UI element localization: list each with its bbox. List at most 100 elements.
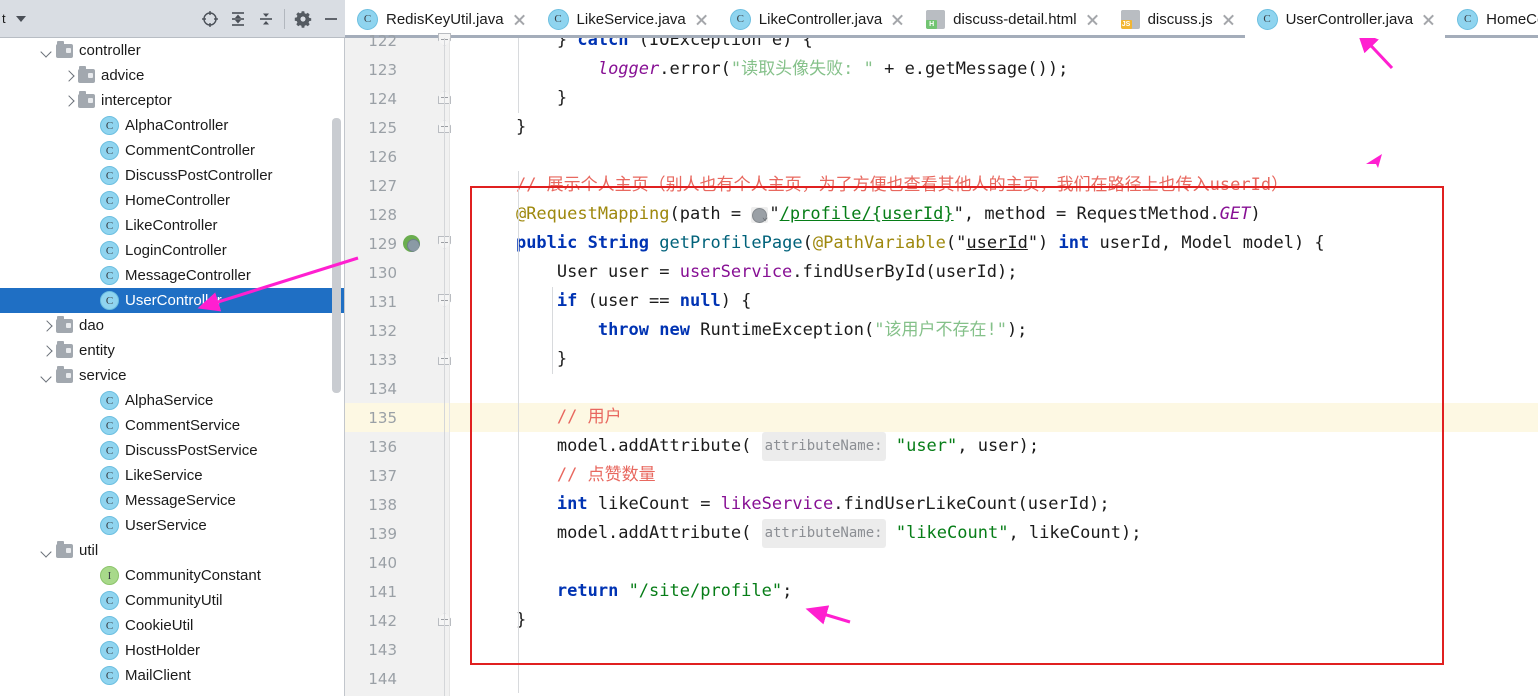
close-icon[interactable] [695, 13, 708, 26]
locate-icon[interactable] [196, 5, 224, 33]
chevron-right-icon[interactable] [62, 69, 75, 82]
code-line[interactable]: logger .error("读取头像失败: " + e.getMessage()… [450, 55, 1538, 84]
gutter-line[interactable]: 142 [345, 606, 450, 635]
project-tree[interactable]: controller advice interceptor C AlphaControl… [0, 38, 345, 696]
gutter-line[interactable]: 133 [345, 345, 450, 374]
code-line[interactable]: } catch (IOException e) { [450, 38, 1538, 55]
code-line[interactable]: // 展示个人主页（别人也有个人主页，为了方便也查看其他人的主页，我们在路径上也… [450, 171, 1538, 200]
close-icon[interactable] [1222, 13, 1235, 26]
web-reference-inlay-icon[interactable]: ⌄ [751, 206, 769, 223]
code-line[interactable]: if (user == null) { [450, 287, 1538, 316]
gutter-line[interactable]: 144 [345, 664, 450, 693]
tree-item-usercontroller[interactable]: C UserController [0, 288, 345, 313]
tree-item-service[interactable]: service [0, 363, 345, 388]
code-line[interactable]: model.addAttribute( attributeName: "like… [450, 519, 1538, 548]
tree-item-communityconstant[interactable]: I CommunityConstant [0, 563, 345, 588]
spring-request-mapping-icon[interactable] [403, 235, 420, 252]
code-line[interactable]: } [450, 606, 1538, 635]
gutter-line[interactable]: 135 [345, 403, 450, 432]
code-line[interactable]: } [450, 84, 1538, 113]
editor-gutter[interactable]: 122 123 124 125 126 127 128 129 130 131 132 133 134 1… [345, 32, 451, 696]
code-line[interactable]: } [450, 113, 1538, 142]
gutter-line[interactable]: 132 [345, 316, 450, 345]
gutter-line[interactable]: 136 [345, 432, 450, 461]
code-line[interactable]: int likeCount = likeService .findUserLike… [450, 490, 1538, 519]
tree-item-advice[interactable]: advice [0, 63, 345, 88]
gutter-line[interactable]: 129 [345, 229, 450, 258]
code-line[interactable] [450, 664, 1538, 693]
gutter-line[interactable]: 130 [345, 258, 450, 287]
expand-all-icon[interactable] [224, 5, 252, 33]
tree-item-homecontroller[interactable]: C HomeController [0, 188, 345, 213]
code-line[interactable]: @RequestMapping (path = ⌄ "/profile/{userI… [450, 200, 1538, 229]
code-line[interactable]: User user = userService .findUserById(use… [450, 258, 1538, 287]
editor-tab-discuss-js[interactable]: JS discuss.js [1109, 0, 1245, 38]
tree-item-alphacontroller[interactable]: C AlphaController [0, 113, 345, 138]
gutter-line[interactable]: 131 [345, 287, 450, 316]
gutter-line[interactable]: 123 [345, 55, 450, 84]
code-line[interactable]: public String getProfilePage(@PathVariab… [450, 229, 1538, 258]
collapse-all-icon[interactable] [252, 5, 280, 33]
chevron-right-icon[interactable] [62, 94, 75, 107]
editor-tab-discuss-detail-html[interactable]: Hdiscuss-detail.html [914, 0, 1108, 38]
gutter-line[interactable]: 134 [345, 374, 450, 403]
tree-item-logincontroller[interactable]: C LoginController [0, 238, 345, 263]
tree-item-hostholder[interactable]: C HostHolder [0, 638, 345, 663]
code-line[interactable] [450, 374, 1538, 403]
gutter-line[interactable]: 138 [345, 490, 450, 519]
tree-item-alphaservice[interactable]: C AlphaService [0, 388, 345, 413]
gutter-line[interactable]: 140 [345, 548, 450, 577]
code-line[interactable]: } [450, 345, 1538, 374]
code-line[interactable] [450, 635, 1538, 664]
gutter-line[interactable]: 125 [345, 113, 450, 142]
gutter-line[interactable]: 126 [345, 142, 450, 171]
tree-item-communityutil[interactable]: C CommunityUtil [0, 588, 345, 613]
code-line[interactable]: return "/site/profile"; [450, 577, 1538, 606]
chevron-right-icon[interactable] [40, 319, 53, 332]
tree-item-dao[interactable]: dao [0, 313, 345, 338]
chevron-right-icon[interactable] [40, 344, 53, 357]
tree-item-util[interactable]: util [0, 538, 345, 563]
tree-item-likecontroller[interactable]: C LikeController [0, 213, 345, 238]
editor-tab-homeco[interactable]: C HomeCo [1445, 0, 1538, 38]
chevron-down-icon[interactable] [15, 15, 26, 22]
gutter-line[interactable]: 137 [345, 461, 450, 490]
tree-item-entity[interactable]: entity [0, 338, 345, 363]
chevron-down-icon[interactable] [40, 369, 53, 382]
tree-item-userservice[interactable]: C UserService [0, 513, 345, 538]
tree-item-messageservice[interactable]: C MessageService [0, 488, 345, 513]
editor-tab-usercontroller-java[interactable]: C UserController.java [1244, 0, 1446, 38]
gutter-line[interactable]: 141 [345, 577, 450, 606]
tree-item-mailclient[interactable]: C MailClient [0, 663, 345, 688]
minimize-icon[interactable] [317, 5, 345, 33]
gutter-line[interactable]: 127 [345, 171, 450, 200]
gutter-line[interactable]: 143 [345, 635, 450, 664]
editor-tab-likecontroller-java[interactable]: C LikeController.java [718, 0, 914, 38]
gutter-line[interactable]: 124 [345, 84, 450, 113]
project-tree-scrollbar[interactable] [332, 118, 341, 393]
code-line[interactable]: throw new RuntimeException("该用户不存在!"); [450, 316, 1538, 345]
gutter-line[interactable]: 139 [345, 519, 450, 548]
code-editor[interactable]: 122 123 124 125 126 127 128 129 130 131 132 133 134 1… [345, 32, 1538, 696]
chevron-down-icon[interactable] [40, 544, 53, 557]
close-icon[interactable] [513, 13, 526, 26]
close-icon[interactable] [1422, 13, 1435, 26]
close-icon[interactable] [891, 13, 904, 26]
close-icon[interactable] [1086, 13, 1099, 26]
tree-item-messagecontroller[interactable]: C MessageController [0, 263, 345, 288]
tree-item-interceptor[interactable]: interceptor [0, 88, 345, 113]
tree-item-cookieutil[interactable]: C CookieUtil [0, 613, 345, 638]
code-area[interactable]: } catch (IOException e) { logger .error("… [450, 38, 1538, 696]
tree-item-commentcontroller[interactable]: C CommentController [0, 138, 345, 163]
tree-item-discusspostservice[interactable]: C DiscussPostService [0, 438, 345, 463]
gutter-line[interactable]: 128 [345, 200, 450, 229]
tree-item-controller[interactable]: controller [0, 38, 345, 63]
editor-tab-rediskeyutil-java[interactable]: C RedisKeyUtil.java [345, 0, 536, 38]
code-line[interactable]: model.addAttribute( attributeName: "user… [450, 432, 1538, 461]
chevron-down-icon[interactable] [40, 44, 53, 57]
code-line[interactable]: // 点赞数量 [450, 461, 1538, 490]
tree-item-likeservice[interactable]: C LikeService [0, 463, 345, 488]
code-line[interactable] [450, 142, 1538, 171]
editor-tab-likeservice-java[interactable]: C LikeService.java [536, 0, 718, 38]
gear-icon[interactable] [289, 5, 317, 33]
